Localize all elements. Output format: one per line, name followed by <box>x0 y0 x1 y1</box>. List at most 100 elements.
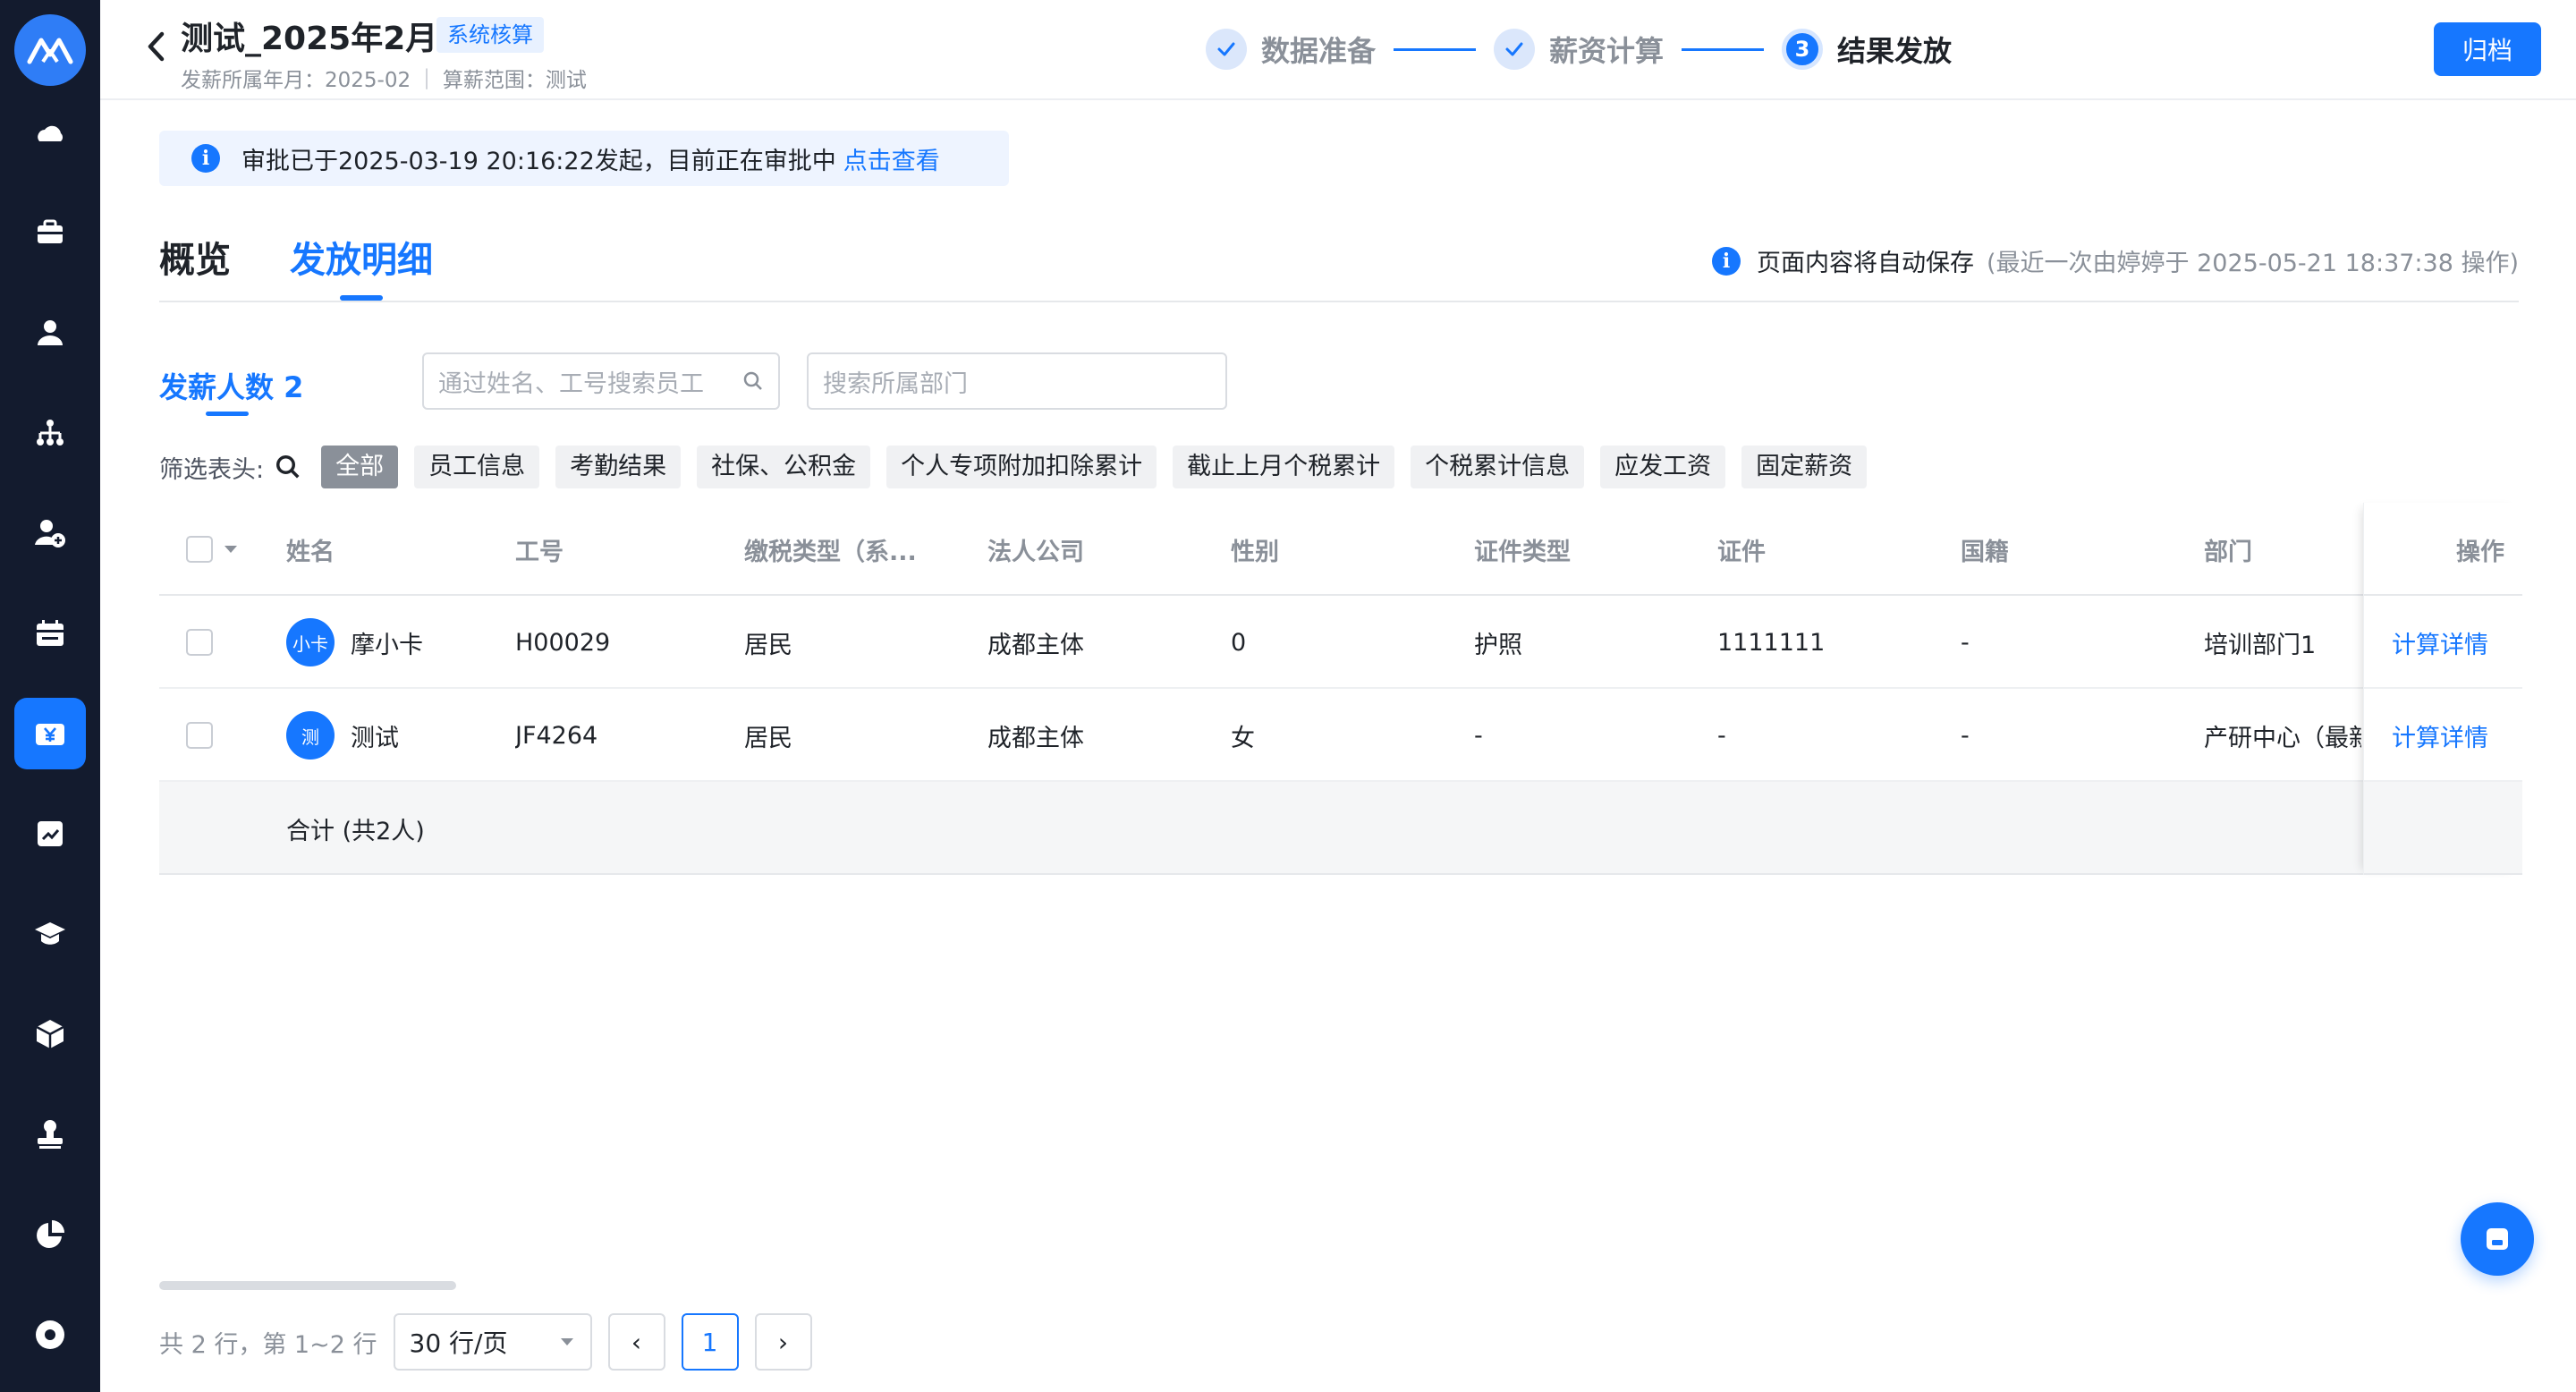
step-label: 结果发放 <box>1837 34 1953 68</box>
tab-label: 概览 <box>159 240 231 281</box>
employee-name: 摩小卡 <box>351 631 423 659</box>
info-icon: i <box>1712 246 1741 276</box>
step-data-prep: 数据准备 <box>1206 29 1376 70</box>
pay-month-text: 发薪所属年月：2025-02 <box>181 69 411 92</box>
autosave-text: 页面内容将自动保存 <box>1757 250 1974 277</box>
filter-chip-special-deductions[interactable]: 个人专项附加扣除累计 <box>886 446 1157 488</box>
step-number: 3 <box>1782 29 1824 70</box>
step-connector <box>1394 47 1477 51</box>
employee-id: JF4264 <box>515 721 598 750</box>
table-summary-row: 合计 (共2人) <box>159 782 2522 875</box>
logo-icon[interactable] <box>14 14 86 86</box>
gender: 0 <box>1231 628 1247 657</box>
horizontal-scrollbar[interactable] <box>159 1281 456 1290</box>
row-checkbox[interactable] <box>186 689 213 782</box>
tab-bar: 概览 发放明细 <box>159 231 433 301</box>
search-icon <box>743 371 762 390</box>
search-icon[interactable] <box>275 453 303 481</box>
back-arrow-icon[interactable] <box>138 27 174 66</box>
page-size-select[interactable]: 30 行/页 <box>393 1313 592 1371</box>
column-header-department[interactable]: 部门 <box>2204 503 2252 596</box>
approval-notice: i 审批已于2025-03-19 20:16:22发起，目前正在审批中 点击查看 <box>159 131 1009 186</box>
filter-chip-tax-ytd[interactable]: 截止上月个税累计 <box>1173 446 1395 488</box>
select-all-checkbox[interactable] <box>186 503 240 596</box>
column-header-gender[interactable]: 性别 <box>1231 503 1279 596</box>
notice-text: 审批已于2025-03-19 20:16:22发起，目前正在审批中 <box>242 147 836 175</box>
employee-name: 测试 <box>351 724 399 752</box>
company: 成都主体 <box>987 724 1084 752</box>
report-icon[interactable] <box>14 798 86 870</box>
gender: 女 <box>1231 724 1255 752</box>
next-page-button[interactable]: › <box>754 1313 812 1371</box>
autosave-hint: i 页面内容将自动保存 (最近一次由婷婷于 2025-05-21 18:37:3… <box>1712 243 2519 278</box>
page-title: 测试_2025年2月 <box>181 21 438 57</box>
check-icon <box>1206 29 1247 70</box>
employee-search-placeholder: 通过姓名、工号搜索员工 <box>438 369 704 398</box>
floating-save-button[interactable] <box>2461 1202 2534 1276</box>
tab-release-details[interactable]: 发放明细 <box>290 231 433 301</box>
page-number-button[interactable]: 1 <box>681 1313 739 1371</box>
status-badge: 系统核算 <box>436 17 544 53</box>
tab-label: 发放明细 <box>290 240 433 281</box>
filter-chip-fixed-salary[interactable]: 固定薪资 <box>1741 446 1868 488</box>
page-size-value: 30 行/页 <box>409 1328 508 1358</box>
avatar: 小卡 <box>286 618 335 666</box>
info-icon: i <box>191 144 220 173</box>
progress-steps: 数据准备 薪资计算 3 结果发放 <box>1206 27 1952 72</box>
view-approval-link[interactable]: 点击查看 <box>843 141 940 176</box>
column-header-name[interactable]: 姓名 <box>286 503 335 596</box>
check-icon <box>1494 29 1536 70</box>
cube-icon[interactable] <box>14 998 86 1070</box>
department-search-input[interactable]: 搜索所属部门 <box>807 352 1227 410</box>
column-header-id-number[interactable]: 证件 <box>1717 503 1766 596</box>
pagination: 共 2 行，第 1~2 行 30 行/页 ‹ 1 › <box>159 1313 828 1371</box>
tab-overview[interactable]: 概览 <box>159 231 231 283</box>
department: 产研中心（最新 <box>2204 724 2361 752</box>
prev-page-button[interactable]: ‹ <box>607 1313 665 1371</box>
column-header-nationality[interactable]: 国籍 <box>1961 503 2009 596</box>
filter-chip-tax-cumulative[interactable]: 个税累计信息 <box>1411 446 1585 488</box>
department-search-placeholder: 搜索所属部门 <box>823 369 968 398</box>
page-subtitle: 发薪所属年月：2025-02 | 算薪范围：测试 <box>181 63 587 93</box>
sidebar <box>0 0 100 1392</box>
nationality: - <box>1961 628 1970 657</box>
employee-search-input[interactable]: 通过姓名、工号搜索员工 <box>422 352 780 410</box>
column-header-id-type[interactable]: 证件类型 <box>1474 503 1571 596</box>
step-label: 数据准备 <box>1261 34 1377 68</box>
cloud-icon[interactable] <box>14 100 86 172</box>
save-icon <box>2487 1228 2508 1250</box>
page-header: 测试_2025年2月 系统核算 发薪所属年月：2025-02 | 算薪范围：测试… <box>100 0 2576 100</box>
actions-column-shadow <box>2363 503 2522 875</box>
salary-icon[interactable] <box>14 698 86 769</box>
employee-id: H00029 <box>515 628 611 657</box>
row-checkbox[interactable] <box>186 596 213 689</box>
summary-total: 合计 (共2人) <box>286 817 425 845</box>
column-header-tax-type[interactable]: 缴税类型（系... <box>744 503 950 596</box>
column-filter-bar: 筛选表头: 全部 员工信息 考勤结果 社保、公积金 个人专项附加扣除累计 截止上… <box>159 446 1883 488</box>
column-header-employee-id[interactable]: 工号 <box>515 503 564 596</box>
payee-count[interactable]: 发薪人数 2 <box>159 365 303 406</box>
org-chart-icon[interactable] <box>14 397 86 469</box>
step-connector <box>1682 47 1765 51</box>
step-label: 薪资计算 <box>1549 34 1665 68</box>
filter-chip-all[interactable]: 全部 <box>321 446 399 488</box>
disc-icon[interactable] <box>14 1299 86 1371</box>
tax-type: 居民 <box>744 724 792 752</box>
table-header: 姓名 工号 缴税类型（系... 法人公司 性别 证件类型 证件 国籍 部门 操作 <box>159 503 2522 596</box>
filter-chip-social-security[interactable]: 社保、公积金 <box>697 446 871 488</box>
stamp-icon[interactable] <box>14 1099 86 1170</box>
filter-chip-gross-pay[interactable]: 应发工资 <box>1600 446 1726 488</box>
briefcase-icon[interactable] <box>14 197 86 268</box>
column-header-company[interactable]: 法人公司 <box>987 503 1084 596</box>
user-add-icon[interactable] <box>14 497 86 569</box>
calendar-icon[interactable] <box>14 598 86 669</box>
filter-chip-employee-info[interactable]: 员工信息 <box>414 446 540 488</box>
filter-chip-attendance[interactable]: 考勤结果 <box>555 446 682 488</box>
user-icon[interactable] <box>14 297 86 369</box>
graduation-icon[interactable] <box>14 898 86 970</box>
chevron-down-icon[interactable] <box>222 543 240 556</box>
id-type: - <box>1474 721 1483 750</box>
archive-button[interactable]: 归档 <box>2434 22 2541 76</box>
pie-chart-icon[interactable] <box>14 1199 86 1270</box>
table-row: 小卡 摩小卡 H00029 居民 成都主体 0 护照 1111111 - 培训部… <box>159 596 2522 689</box>
